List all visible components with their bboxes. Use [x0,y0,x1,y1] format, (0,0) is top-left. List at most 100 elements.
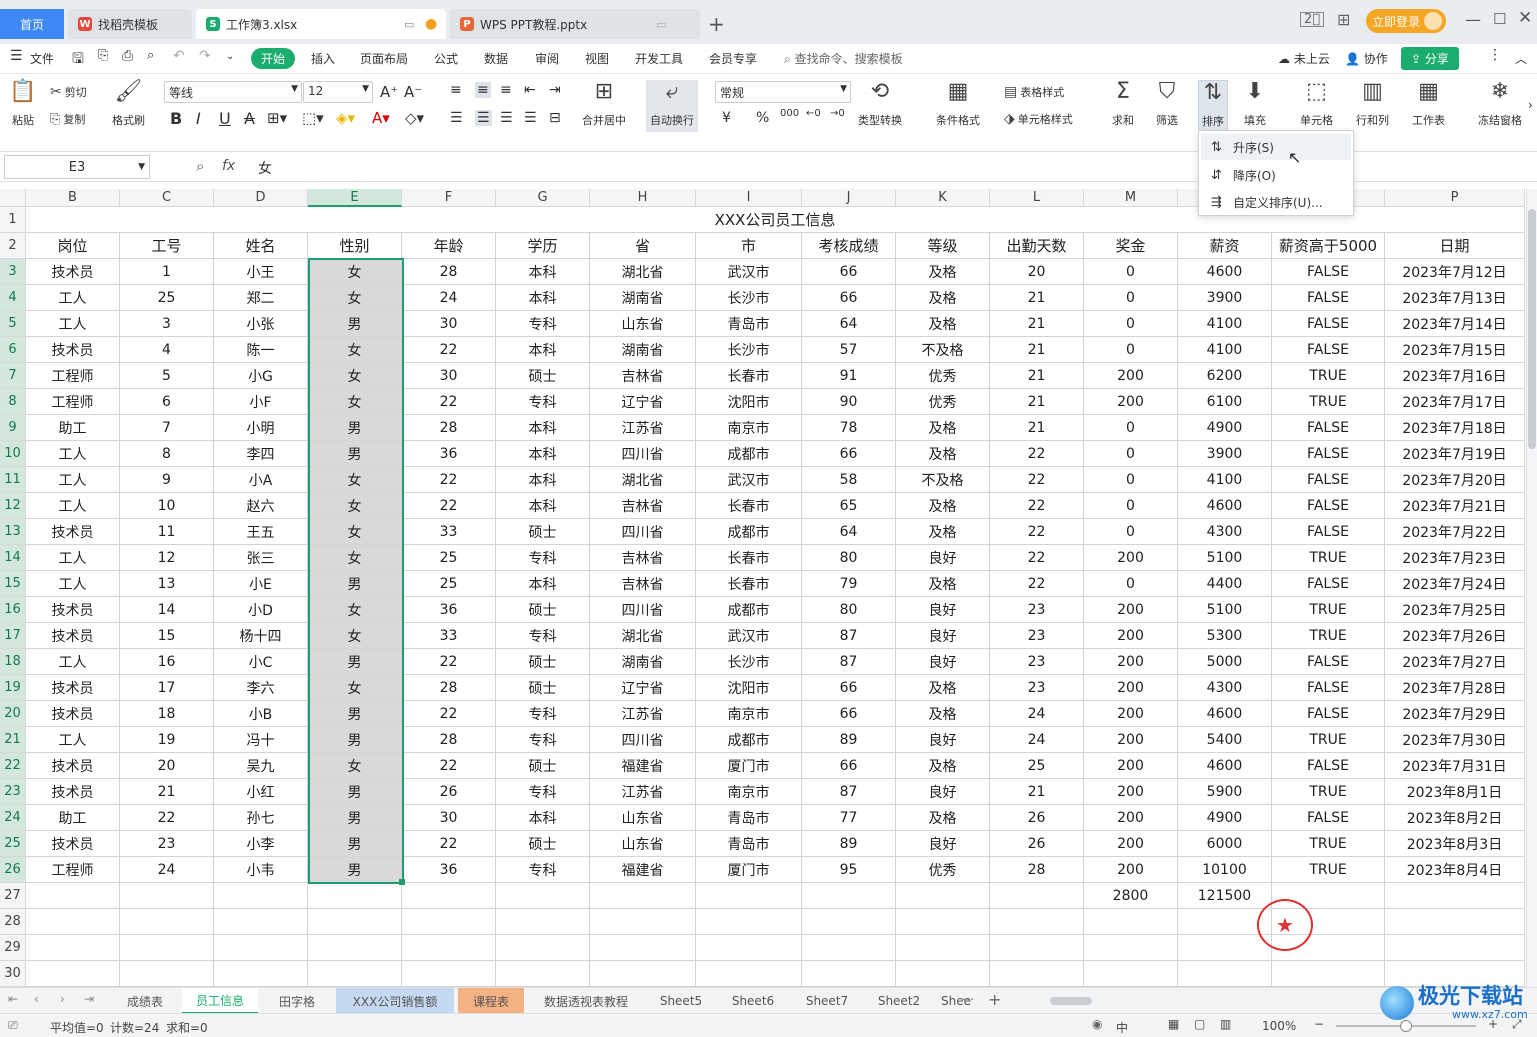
data-cell[interactable]: 男 [308,441,402,467]
data-cell[interactable]: TRUE [1272,597,1385,623]
row-header-6[interactable]: 6 [0,337,26,363]
fill-button[interactable]: ⬇ 填充 [1244,80,1266,128]
data-cell[interactable]: 2023年7月22日 [1385,519,1525,545]
data-cell[interactable]: 吴九 [214,753,308,779]
data-cell[interactable]: 武汉市 [696,623,802,649]
empty-cell[interactable] [26,935,120,961]
data-cell[interactable]: FALSE [1272,441,1385,467]
data-cell[interactable]: 22 [402,753,496,779]
data-cell[interactable]: 硕士 [496,597,590,623]
quick-access-chevron-icon[interactable]: ⌄ [226,51,234,62]
data-cell[interactable]: 0 [1084,337,1178,363]
data-cell[interactable]: 湖南省 [590,285,696,311]
row-header-30[interactable]: 30 [0,961,26,987]
undo-icon[interactable]: ↶ [173,48,185,64]
data-cell[interactable]: 4900 [1178,805,1272,831]
data-cell[interactable]: 小D [214,597,308,623]
data-cell[interactable]: 技术员 [26,701,120,727]
data-cell[interactable]: 0 [1084,441,1178,467]
data-cell[interactable]: 36 [402,597,496,623]
worksheet-button[interactable]: ▦ 工作表 [1412,80,1445,128]
freeze-button[interactable]: ❄ 冻结窗格 [1478,80,1522,128]
data-cell[interactable]: 成都市 [696,441,802,467]
data-cell[interactable]: 2023年7月29日 [1385,701,1525,727]
row-header-16[interactable]: 16 [0,597,26,623]
data-cell[interactable]: 22 [402,493,496,519]
data-cell[interactable]: 小G [214,363,308,389]
data-cell[interactable]: 5100 [1178,545,1272,571]
collapse-ribbon-icon[interactable]: ︿ [1515,50,1527,67]
data-cell[interactable]: 22 [990,519,1084,545]
data-cell[interactable]: 22 [990,493,1084,519]
data-cell[interactable]: 7 [120,415,214,441]
data-cell[interactable]: 男 [308,415,402,441]
data-cell[interactable]: 良好 [896,649,990,675]
data-cell[interactable]: 技术员 [26,831,120,857]
empty-cell[interactable] [308,883,402,909]
sheet-tab-10[interactable]: Sheet2 [866,988,932,1014]
data-cell[interactable]: 30 [402,805,496,831]
data-cell[interactable]: 专科 [496,623,590,649]
share-button[interactable]: ⇪ 分享 [1401,47,1459,70]
data-cell[interactable]: 不及格 [896,337,990,363]
row-header-24[interactable]: 24 [0,805,26,831]
empty-cell[interactable] [214,961,308,987]
row-header-28[interactable]: 28 [0,909,26,935]
empty-cell[interactable] [1385,909,1525,935]
table-header-cell[interactable]: 工号 [120,233,214,259]
data-cell[interactable]: 26 [990,805,1084,831]
data-cell[interactable]: 24 [990,701,1084,727]
empty-cell[interactable] [120,909,214,935]
data-cell[interactable]: 技术员 [26,675,120,701]
data-cell[interactable]: FALSE [1272,519,1385,545]
data-cell[interactable]: 张三 [214,545,308,571]
data-cell[interactable]: 男 [308,831,402,857]
data-cell[interactable]: 2023年7月25日 [1385,597,1525,623]
data-cell[interactable]: 女 [308,519,402,545]
data-cell[interactable]: 21 [990,363,1084,389]
data-cell[interactable]: 沈阳市 [696,389,802,415]
column-header-L[interactable]: L [990,189,1084,207]
table-header-cell[interactable]: 姓名 [214,233,308,259]
grid-apps-icon[interactable]: ⊞ [1337,10,1350,29]
row-header-13[interactable]: 13 [0,519,26,545]
more-icon[interactable]: ⋮ [1488,47,1502,63]
data-cell[interactable]: 21 [990,337,1084,363]
data-cell[interactable]: 4100 [1178,311,1272,337]
data-cell[interactable]: 200 [1084,363,1178,389]
data-cell[interactable]: 专科 [496,311,590,337]
data-cell[interactable]: 4600 [1178,753,1272,779]
empty-cell[interactable] [896,883,990,909]
data-cell[interactable]: FALSE [1272,701,1385,727]
data-cell[interactable]: TRUE [1272,727,1385,753]
data-cell[interactable]: 200 [1084,623,1178,649]
data-cell[interactable]: 青岛市 [696,831,802,857]
data-cell[interactable]: 四川省 [590,597,696,623]
strikethrough-icon[interactable]: A [244,109,255,128]
next-sheet-icon[interactable]: › [60,992,65,1006]
data-cell[interactable]: 6 [120,389,214,415]
data-cell[interactable]: 女 [308,337,402,363]
name-box[interactable]: E3 ▼ [4,155,150,179]
empty-cell[interactable] [590,935,696,961]
table-header-cell[interactable]: 性别 [308,233,402,259]
column-header-C[interactable]: C [120,189,214,207]
menu-tab-insert[interactable]: 插入 [311,50,335,67]
fill-handle[interactable] [399,879,405,885]
data-cell[interactable]: 65 [802,493,896,519]
select-all-corner[interactable] [0,189,26,207]
data-cell[interactable]: 长春市 [696,363,802,389]
data-cell[interactable]: 李四 [214,441,308,467]
data-cell[interactable]: 本科 [496,415,590,441]
page-layout-icon[interactable]: ▢ [1194,1017,1205,1031]
data-cell[interactable]: 王五 [214,519,308,545]
data-cell[interactable]: 长春市 [696,493,802,519]
data-cell[interactable]: FALSE [1272,259,1385,285]
menu-tab-developer[interactable]: 开发工具 [635,50,683,67]
custom-sort-item[interactable]: ⇶ 自定义排序(U)... [1201,189,1351,215]
empty-cell[interactable] [896,935,990,961]
data-cell[interactable]: 吉林省 [590,571,696,597]
data-cell[interactable]: 良好 [896,545,990,571]
cell-fill-icon[interactable]: ⬚▾ [302,109,324,127]
sheet-tab-7[interactable]: Sheet5 [648,988,714,1014]
